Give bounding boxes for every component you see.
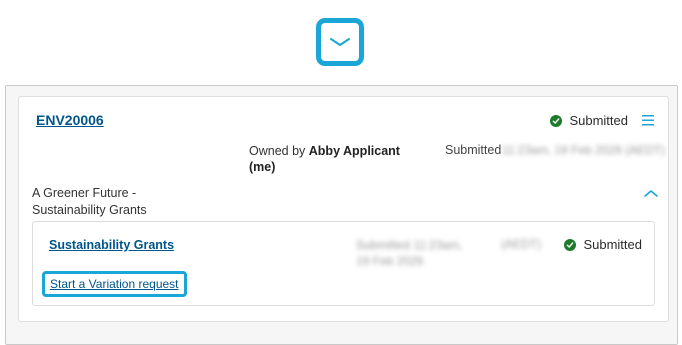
- owner-name: Abby Applicant: [308, 144, 400, 158]
- submission-card: Sustainability Grants Submitted 11:23am,…: [32, 221, 655, 306]
- owner-info: Owned by Abby Applicant (me): [249, 143, 409, 175]
- submission-status: Submitted: [564, 237, 642, 252]
- application-status: Submitted: [550, 113, 628, 128]
- program-title: A Greener Future - Sustainability Grants: [32, 186, 147, 217]
- check-circle-icon: [564, 238, 577, 251]
- chevron-down-icon: [330, 38, 350, 46]
- applications-panel: ENV20006 Submitted Owned by Abby Applica…: [5, 85, 678, 345]
- application-reference-link[interactable]: ENV20006: [36, 112, 104, 128]
- submission-date-redacted: Submitted 11:23am, 19 Feb 2026: [356, 238, 463, 268]
- grant-name-link[interactable]: Sustainability Grants: [49, 238, 174, 252]
- owned-by-label: Owned by: [249, 144, 306, 158]
- application-card: ENV20006 Submitted Owned by Abby Applica…: [18, 96, 669, 322]
- submitted-label: Submitted: [445, 143, 502, 157]
- expand-toggle-button[interactable]: [316, 18, 364, 66]
- submitted-date-redacted: 11:23am, 19 Feb 2026 (AEDT): [502, 143, 666, 157]
- start-variation-request-link[interactable]: Start a Variation request: [42, 271, 187, 297]
- submission-timezone-redacted: (AEDT): [501, 237, 541, 251]
- menu-icon[interactable]: [642, 115, 654, 126]
- status-label: Submitted: [569, 113, 628, 128]
- submission-status-label: Submitted: [583, 237, 642, 252]
- owner-suffix: (me): [249, 160, 276, 174]
- check-circle-icon: [550, 114, 563, 127]
- chevron-up-icon[interactable]: [644, 189, 658, 197]
